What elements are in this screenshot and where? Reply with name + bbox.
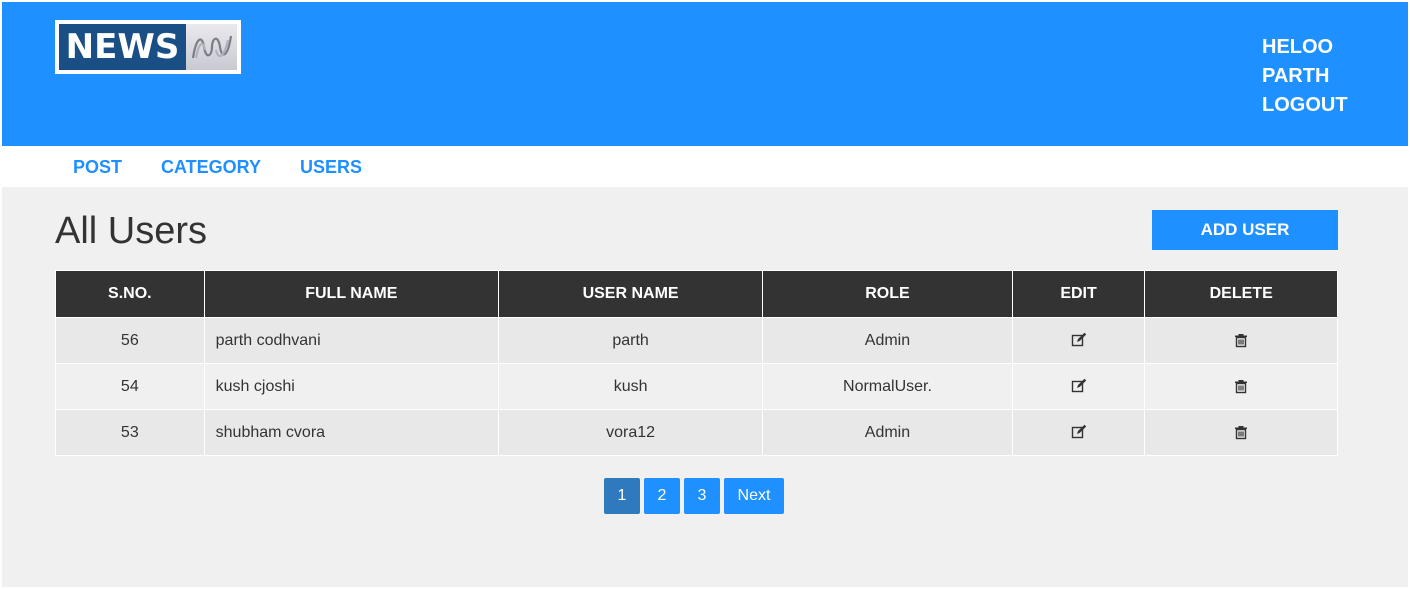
logout-link[interactable]: LOGOUT (1262, 91, 1348, 120)
page-button-1[interactable]: 1 (604, 478, 640, 514)
cell-full-name: shubham cvora (203, 409, 499, 456)
trash-icon[interactable] (1233, 378, 1249, 394)
next-page-button[interactable]: Next (724, 478, 784, 514)
site-header: NEWS HELOO PARTH LOGOUT (2, 2, 1408, 146)
column-header-full-name: FULL NAME (203, 270, 499, 318)
cell-delete (1144, 409, 1338, 456)
cell-user-name: kush (497, 363, 764, 410)
edit-icon[interactable] (1071, 424, 1087, 440)
column-header-user-name: USER NAME (497, 270, 764, 318)
table-header-row: S.NO. FULL NAME USER NAME ROLE EDIT DELE… (55, 270, 1338, 318)
trash-icon[interactable] (1233, 424, 1249, 440)
cell-sno: 54 (55, 363, 205, 410)
cell-sno: 53 (55, 409, 205, 456)
nav-item-category[interactable]: CATEGORY (161, 157, 261, 178)
column-header-role: ROLE (762, 270, 1013, 318)
table-row: 56 parth codhvani parth Admin (55, 317, 1338, 364)
cell-role: Admin (762, 409, 1013, 456)
username-text: PARTH (1262, 65, 1330, 87)
nav-item-users[interactable]: USERS (300, 157, 362, 178)
page-button-2[interactable]: 2 (644, 478, 680, 514)
column-header-delete: DELETE (1144, 270, 1338, 318)
cell-full-name: parth codhvani (203, 317, 499, 364)
cell-sno: 56 (55, 317, 205, 364)
table-row: 54 kush cjoshi kush NormalUser. (55, 363, 1338, 410)
site-logo[interactable]: NEWS (55, 20, 241, 74)
column-header-edit: EDIT (1011, 270, 1146, 318)
main-nav: POST CATEGORY USERS (2, 146, 1408, 187)
page-frame: NEWS HELOO PARTH LOGOUT POST CATEGORY US… (2, 2, 1408, 587)
page-title: All Users (55, 210, 208, 252)
edit-icon[interactable] (1071, 332, 1087, 348)
cell-edit (1011, 317, 1146, 364)
greeting-text: HELOO (1262, 36, 1334, 58)
cell-user-name: vora12 (497, 409, 764, 456)
edit-icon[interactable] (1071, 378, 1087, 394)
pagination: 1 2 3 Next (604, 478, 784, 514)
cell-edit (1011, 409, 1146, 456)
cell-edit (1011, 363, 1146, 410)
cell-full-name: kush cjoshi (203, 363, 499, 410)
user-menu: HELOO PARTH LOGOUT (1262, 33, 1348, 120)
logo-text: NEWS (59, 24, 186, 70)
trash-icon[interactable] (1233, 332, 1249, 348)
cell-user-name: parth (497, 317, 764, 364)
cell-role: NormalUser. (762, 363, 1013, 410)
page-button-3[interactable]: 3 (684, 478, 720, 514)
cell-role: Admin (762, 317, 1013, 364)
add-user-button[interactable]: ADD USER (1152, 210, 1338, 250)
abc-logo-icon (186, 24, 237, 70)
cell-delete (1144, 317, 1338, 364)
cell-delete (1144, 363, 1338, 410)
column-header-sno: S.NO. (55, 270, 205, 318)
users-table: S.NO. FULL NAME USER NAME ROLE EDIT DELE… (55, 270, 1338, 456)
table-row: 53 shubham cvora vora12 Admin (55, 409, 1338, 456)
nav-item-post[interactable]: POST (73, 157, 122, 178)
